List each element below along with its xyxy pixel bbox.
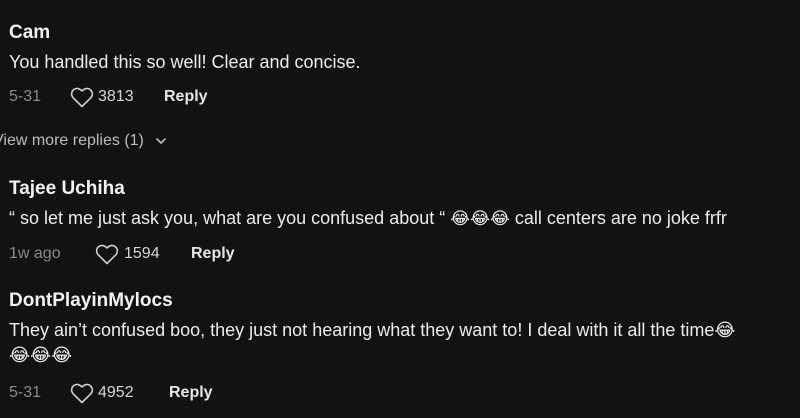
reply-button[interactable]: Reply <box>191 241 235 267</box>
view-more-replies-label: View more replies (1) <box>0 132 144 149</box>
comment-text-line-1: They ain’t confused boo, they just not h… <box>9 320 736 340</box>
comment-meta: 1w ago 1594 Reply <box>9 241 309 267</box>
comment-text-part: “ so let me just ask you, what are you c… <box>9 208 451 228</box>
comment-meta: 5-31 4952 Reply <box>9 380 309 406</box>
comment-username[interactable]: Tajee Uchiha <box>9 178 125 200</box>
comment-date: 1w ago <box>9 245 61 262</box>
comment-username[interactable]: Cam <box>9 22 50 44</box>
reply-button[interactable]: Reply <box>169 380 213 406</box>
comment-username[interactable]: DontPlayinMylocs <box>9 290 173 312</box>
heart-outline-icon[interactable] <box>70 382 94 404</box>
comment-text: “ so let me just ask you, what are you c… <box>9 206 727 230</box>
comment-text: You handled this so well! Clear and conc… <box>9 52 361 72</box>
like-count: 3813 <box>98 88 134 105</box>
comment-meta: 5-31 3813 Reply <box>9 84 309 110</box>
like-count: 1594 <box>124 245 160 262</box>
comment-text-line-2: 😂😂😂 <box>9 345 73 365</box>
comment-date: 5-31 <box>9 384 42 401</box>
comment-text-part: call centers are no joke frfr <box>509 208 727 228</box>
chevron-down-icon <box>156 137 167 144</box>
view-more-replies-button[interactable]: View more replies (1) <box>0 132 167 150</box>
laughing-emoji-icon: 😂😂😂 <box>450 209 510 229</box>
reply-button[interactable]: Reply <box>164 84 208 110</box>
heart-outline-icon[interactable] <box>95 243 119 265</box>
comment-date: 5-31 <box>9 88 42 105</box>
like-count: 4952 <box>98 384 134 401</box>
heart-outline-icon[interactable] <box>70 86 94 108</box>
